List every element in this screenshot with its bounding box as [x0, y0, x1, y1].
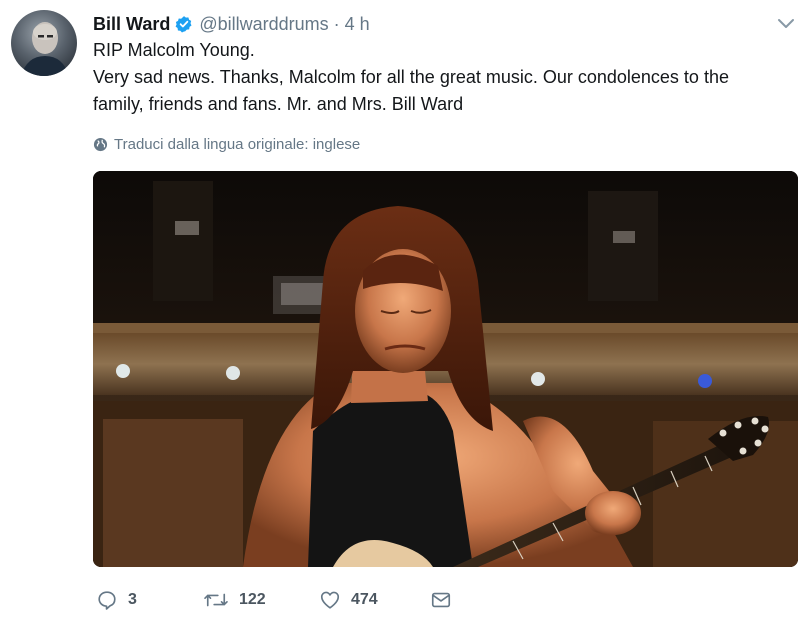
- retweet-icon: [204, 593, 228, 607]
- retweet-count: 122: [239, 591, 266, 608]
- tweet-timestamp[interactable]: 4 h: [345, 14, 370, 35]
- heart-icon: [320, 591, 340, 609]
- reply-count: 3: [128, 591, 137, 608]
- tweet-text-line: family, friends and fans. Mr. and Mrs. B…: [93, 94, 464, 114]
- tweet-photo[interactable]: [93, 171, 798, 567]
- tweet-header: Bill Ward @billwarddrums · 4 h: [93, 11, 370, 37]
- envelope-icon: [431, 592, 451, 608]
- tweet-text: RIP Malcolm Young. Very sad news. Thanks…: [93, 37, 803, 118]
- verified-badge-icon: [175, 15, 193, 33]
- author-avatar[interactable]: [11, 10, 77, 76]
- translate-label: Traduci dalla lingua originale: inglese: [114, 135, 361, 153]
- author-handle[interactable]: @billwarddrums: [199, 14, 328, 35]
- translate-link[interactable]: Traduci dalla lingua originale: inglese: [93, 134, 360, 154]
- reply-button[interactable]: 3: [96, 585, 137, 615]
- retweet-button[interactable]: 122: [203, 585, 266, 615]
- globe-icon: [93, 137, 108, 151]
- tweet-text-line: RIP Malcolm Young.: [93, 40, 255, 60]
- direct-message-button[interactable]: [430, 585, 452, 615]
- like-count: 474: [351, 591, 378, 608]
- reply-icon: [98, 591, 116, 610]
- meta-separator: ·: [333, 13, 340, 34]
- like-button[interactable]: 474: [319, 585, 378, 615]
- author-name[interactable]: Bill Ward: [93, 14, 170, 35]
- chevron-down-icon[interactable]: [777, 17, 795, 31]
- tweet-text-line: Very sad news. Thanks, Malcolm for all t…: [93, 67, 729, 87]
